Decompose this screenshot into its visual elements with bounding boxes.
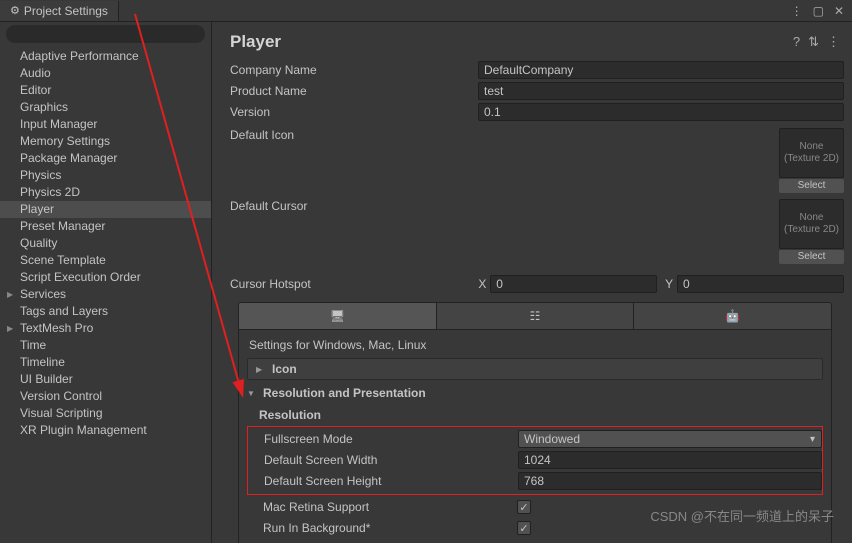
version-label: Version bbox=[226, 105, 478, 119]
sidebar-item-quality[interactable]: Quality bbox=[0, 235, 211, 252]
sidebar-item-version-control[interactable]: Version Control bbox=[0, 388, 211, 405]
window-title: Project Settings bbox=[24, 4, 108, 18]
sidebar-item-physics[interactable]: Physics bbox=[0, 167, 211, 184]
default-height-input[interactable] bbox=[518, 472, 822, 490]
default-width-label: Default Screen Width bbox=[264, 453, 518, 467]
gear-icon: ⚙ bbox=[10, 4, 20, 17]
android-icon: 🤖 bbox=[725, 309, 740, 323]
sidebar-item-package-manager[interactable]: Package Manager bbox=[0, 150, 211, 167]
resolution-highlight-box: Fullscreen Mode Windowed Default Screen … bbox=[247, 426, 823, 495]
maximize-icon[interactable]: ▢ bbox=[813, 4, 824, 18]
standalone-options-foldout[interactable]: Standalone Player Options bbox=[247, 539, 823, 543]
cursor-hotspot-y-input[interactable] bbox=[677, 275, 844, 293]
company-name-input[interactable] bbox=[478, 61, 844, 79]
menu-icon[interactable]: ⋮ bbox=[791, 4, 803, 18]
version-input[interactable] bbox=[478, 103, 844, 121]
resolution-foldout[interactable]: ▼ Resolution and Presentation bbox=[247, 384, 823, 402]
fullscreen-mode-select[interactable]: Windowed bbox=[518, 430, 822, 448]
cursor-hotspot-label: Cursor Hotspot bbox=[226, 277, 474, 291]
product-name-label: Product Name bbox=[226, 84, 478, 98]
sidebar-item-ui-builder[interactable]: UI Builder bbox=[0, 371, 211, 388]
default-width-input[interactable] bbox=[518, 451, 822, 469]
sidebar-item-editor[interactable]: Editor bbox=[0, 82, 211, 99]
sidebar-item-services[interactable]: Services bbox=[0, 286, 211, 303]
kebab-icon[interactable]: ⋮ bbox=[827, 34, 840, 50]
help-icon[interactable]: ? bbox=[793, 34, 800, 50]
sidebar-item-input-manager[interactable]: Input Manager bbox=[0, 116, 211, 133]
monitor-icon: 🖥 bbox=[330, 309, 345, 323]
default-icon-select-button[interactable]: Select bbox=[779, 179, 844, 193]
chevron-down-icon: ▼ bbox=[247, 389, 257, 398]
player-settings-panel: Player ? ⇅ ⋮ Company Name Product Name V… bbox=[212, 22, 852, 543]
page-title: Player bbox=[230, 32, 281, 52]
default-icon-slot[interactable]: None (Texture 2D) bbox=[779, 128, 844, 178]
sidebar-item-player[interactable]: Player bbox=[0, 201, 211, 218]
run-in-background-checkbox[interactable]: ✓ bbox=[517, 521, 531, 535]
settings-for-label: Settings for Windows, Mac, Linux bbox=[247, 336, 823, 358]
sidebar-item-scene-template[interactable]: Scene Template bbox=[0, 252, 211, 269]
mac-retina-checkbox[interactable]: ✓ bbox=[517, 500, 531, 514]
close-icon[interactable]: ✕ bbox=[834, 4, 844, 18]
sidebar-item-preset-manager[interactable]: Preset Manager bbox=[0, 218, 211, 235]
sidebar: Adaptive PerformanceAudioEditorGraphicsI… bbox=[0, 22, 212, 543]
sidebar-item-memory-settings[interactable]: Memory Settings bbox=[0, 133, 211, 150]
sidebar-item-timeline[interactable]: Timeline bbox=[0, 354, 211, 371]
sidebar-item-textmesh-pro[interactable]: TextMesh Pro bbox=[0, 320, 211, 337]
default-cursor-label: Default Cursor bbox=[226, 199, 478, 264]
server-icon: ☷ bbox=[530, 309, 541, 323]
fullscreen-mode-label: Fullscreen Mode bbox=[264, 432, 518, 446]
tab-android[interactable]: 🤖 bbox=[634, 303, 831, 329]
resolution-header: Resolution bbox=[247, 406, 823, 426]
chevron-right-icon: ▶ bbox=[256, 365, 266, 374]
preset-icon[interactable]: ⇅ bbox=[808, 34, 819, 50]
default-height-label: Default Screen Height bbox=[264, 474, 518, 488]
run-in-background-label: Run In Background* bbox=[263, 521, 517, 535]
mac-retina-label: Mac Retina Support bbox=[263, 500, 517, 514]
sidebar-item-physics-2d[interactable]: Physics 2D bbox=[0, 184, 211, 201]
sidebar-item-time[interactable]: Time bbox=[0, 337, 211, 354]
sidebar-item-tags-and-layers[interactable]: Tags and Layers bbox=[0, 303, 211, 320]
cursor-hotspot-x-input[interactable] bbox=[490, 275, 657, 293]
y-label: Y bbox=[661, 277, 677, 291]
product-name-input[interactable] bbox=[478, 82, 844, 100]
sidebar-item-graphics[interactable]: Graphics bbox=[0, 99, 211, 116]
icon-foldout[interactable]: ▶ Icon bbox=[247, 358, 823, 380]
sidebar-item-adaptive-performance[interactable]: Adaptive Performance bbox=[0, 48, 211, 65]
tab-server[interactable]: ☷ bbox=[437, 303, 635, 329]
sidebar-item-visual-scripting[interactable]: Visual Scripting bbox=[0, 405, 211, 422]
default-icon-label: Default Icon bbox=[226, 128, 478, 193]
x-label: X bbox=[474, 277, 490, 291]
search-input[interactable] bbox=[6, 25, 205, 43]
default-cursor-slot[interactable]: None (Texture 2D) bbox=[779, 199, 844, 249]
company-name-label: Company Name bbox=[226, 63, 478, 77]
default-cursor-select-button[interactable]: Select bbox=[779, 250, 844, 264]
sidebar-item-xr-plugin-management[interactable]: XR Plugin Management bbox=[0, 422, 211, 439]
sidebar-item-audio[interactable]: Audio bbox=[0, 65, 211, 82]
sidebar-item-script-execution-order[interactable]: Script Execution Order bbox=[0, 269, 211, 286]
window-tab[interactable]: ⚙ Project Settings bbox=[0, 1, 119, 21]
tab-desktop[interactable]: 🖥 bbox=[239, 303, 437, 329]
